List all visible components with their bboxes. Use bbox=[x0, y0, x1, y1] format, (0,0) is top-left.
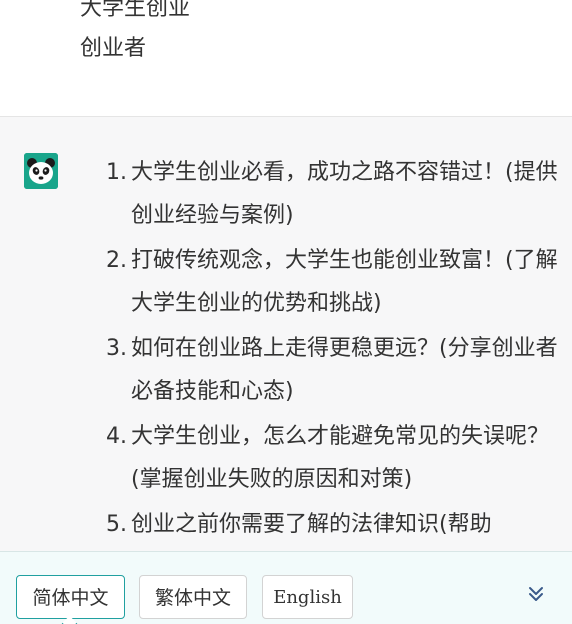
user-message-line: 大学生创业 bbox=[80, 0, 191, 21]
user-message-line: 创业者 bbox=[80, 36, 147, 61]
language-option-english[interactable]: English bbox=[262, 575, 353, 619]
list-item-text: 打破传统观念，大学生也能创业致富！(了解大学生创业的优势和挑战) bbox=[131, 248, 558, 316]
list-item-number: 1. bbox=[106, 160, 127, 185]
list-item-text: 创业之前你需要了解的法律知识(帮助 bbox=[131, 512, 492, 537]
list-item-text: 大学生创业，怎么才能避免常见的失误呢？(掌握创业失败的原因和对策) bbox=[131, 424, 550, 492]
language-bar: 简体中文 繁体中文 English bbox=[0, 551, 572, 624]
language-option-simplified-chinese[interactable]: 简体中文 bbox=[16, 575, 125, 619]
list-item-text: 如何在创业路上走得更稳更远？(分享创业者必备技能和心态) bbox=[131, 336, 558, 404]
list-item-number: 5. bbox=[106, 512, 127, 537]
user-message: 大学生创业 创业者 bbox=[0, 0, 572, 117]
list-item: 3. 如何在创业路上走得更稳更远？(分享创业者必备技能和心态) bbox=[0, 327, 572, 415]
chat-page: 大学生创业 创业者 1. 大学生创业必看，成功之路不容错过！(提供创业经验与案例… bbox=[0, 0, 572, 624]
list-item: 5. 创业之前你需要了解的法律知识(帮助 bbox=[0, 503, 572, 552]
list-item-text: 大学生创业必看，成功之路不容错过！(提供创业经验与案例) bbox=[131, 160, 558, 228]
list-item-number: 3. bbox=[106, 336, 127, 361]
list-item: 1. 大学生创业必看，成功之路不容错过！(提供创业经验与案例) bbox=[0, 151, 572, 239]
list-item-number: 2. bbox=[106, 248, 127, 273]
list-item: 2. 打破传统观念，大学生也能创业致富！(了解大学生创业的优势和挑战) bbox=[0, 239, 572, 327]
answer-list: 1. 大学生创业必看，成功之路不容错过！(提供创业经验与案例) 2. 打破传统观… bbox=[0, 151, 572, 552]
assistant-message: 1. 大学生创业必看，成功之路不容错过！(提供创业经验与案例) 2. 打破传统观… bbox=[0, 117, 572, 552]
double-chevron-down-icon[interactable] bbox=[526, 584, 546, 604]
list-item-number: 4. bbox=[106, 424, 127, 449]
language-option-traditional-chinese[interactable]: 繁体中文 bbox=[139, 575, 247, 619]
list-item: 4. 大学生创业，怎么才能避免常见的失误呢？(掌握创业失败的原因和对策) bbox=[0, 415, 572, 503]
